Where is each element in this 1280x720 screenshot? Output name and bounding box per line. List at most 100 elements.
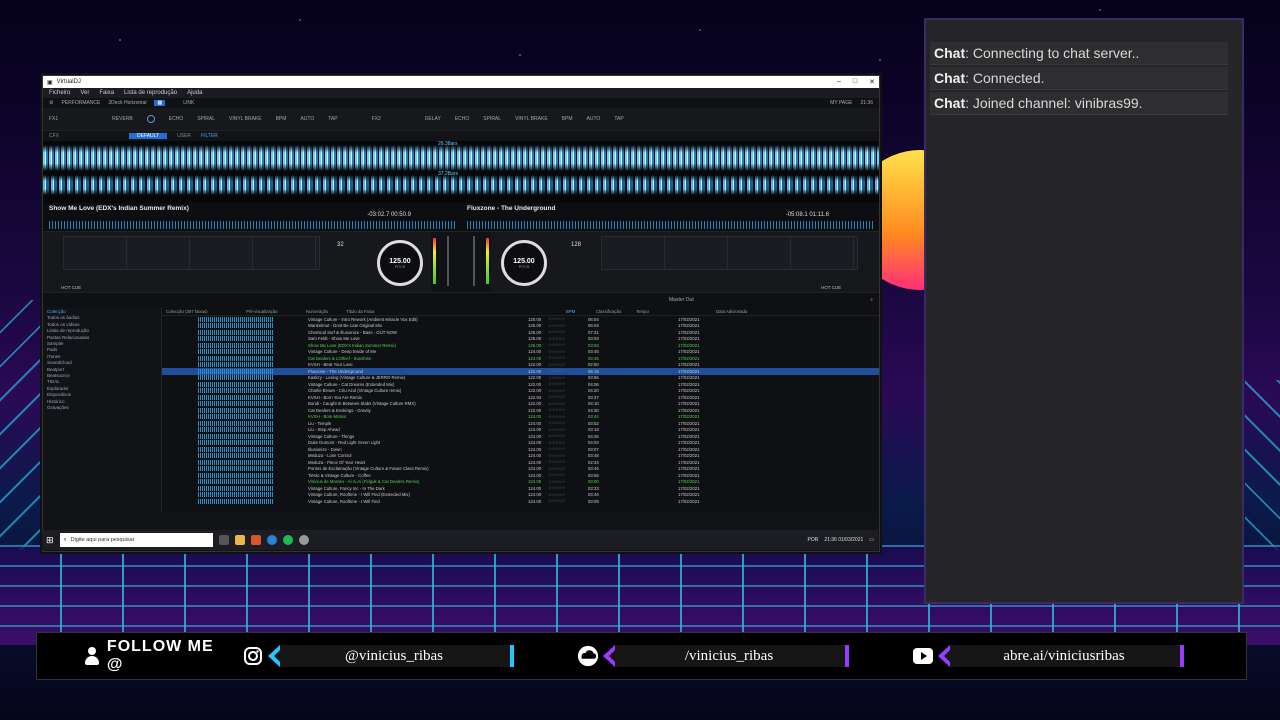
mypage-button[interactable]: MY PAGE — [830, 100, 852, 106]
menu-help[interactable]: Ajuda — [187, 90, 202, 96]
fx1-tap-button[interactable]: TAP — [328, 116, 337, 122]
task-view-icon[interactable] — [218, 535, 229, 545]
instagram-link[interactable]: @vinicius_ribas — [242, 645, 514, 667]
fx2-auto-button[interactable]: AUTO — [587, 116, 601, 122]
waveform-display[interactable]: 26.38ars 37.2Bars — [43, 141, 879, 203]
row-rating-stars[interactable]: ☆☆☆☆☆ — [548, 479, 588, 485]
fx2-effect-1[interactable]: DELAY — [425, 116, 441, 122]
col-preview[interactable]: Pré-visualização — [246, 309, 306, 314]
col-time[interactable]: Tempo — [636, 309, 676, 314]
menu-track[interactable]: Faixa — [99, 90, 114, 96]
minimize-button[interactable]: – — [837, 78, 841, 86]
tray-clock[interactable]: 21:36 01/03/2021 — [824, 537, 863, 543]
row-rating-stars[interactable]: ☆☆☆☆☆ — [548, 498, 588, 504]
gear-icon[interactable]: ⚙ — [49, 100, 53, 106]
fx2-effect-3[interactable]: SPIRAL — [483, 116, 501, 122]
close-button[interactable]: ✕ — [869, 78, 875, 86]
row-rating-stars[interactable]: ☆☆☆☆☆ — [548, 394, 588, 400]
row-rating-stars[interactable]: ☆☆☆☆☆ — [548, 381, 588, 387]
table-row[interactable]: Vintage Culture, Rooftime - I Will Find 1… — [162, 498, 879, 505]
channel-fader-left[interactable] — [447, 236, 449, 286]
row-rating-stars[interactable]: ☆☆☆☆☆ — [548, 407, 588, 413]
chat-text: : Connected. — [965, 70, 1045, 86]
spotify-icon[interactable] — [282, 535, 293, 545]
col-title[interactable]: Título da Faixa — [346, 309, 566, 314]
row-rating-stars[interactable]: ☆☆☆☆☆ — [548, 336, 588, 342]
mode-select[interactable]: PERFORMANCE — [61, 100, 100, 106]
fx1-effect-2[interactable]: ECHO — [169, 116, 183, 122]
fx1-effect-4[interactable]: VINYL BRAKE — [229, 116, 262, 122]
row-rating-stars[interactable]: ☆☆☆☆☆ — [548, 349, 588, 355]
deck-left-jogwheel[interactable]: 125.00 PITCH — [377, 240, 423, 286]
fx1-effect-3[interactable]: SPIRAL — [197, 116, 215, 122]
row-rating-stars[interactable]: ☆☆☆☆☆ — [548, 401, 588, 407]
col-rating[interactable]: Classificação — [596, 309, 636, 314]
tray-lang[interactable]: POR — [807, 537, 818, 543]
view-toggle-button[interactable]: ▦ — [154, 100, 166, 106]
row-rating-stars[interactable]: ☆☆☆☆☆ — [548, 466, 588, 472]
row-preview-waveform — [198, 459, 273, 465]
soundcloud-link[interactable]: /vinicius_ribas — [577, 645, 849, 667]
deck-right-hotcue[interactable]: HOT CUE — [821, 285, 841, 290]
row-rating-stars[interactable]: ☆☆☆☆☆ — [548, 453, 588, 459]
row-title: Vintage Culture, Rooftime - I Will Find — [308, 498, 380, 504]
cfx-filter-button[interactable]: FILTER — [201, 133, 218, 139]
deck-left-pads[interactable] — [63, 236, 320, 270]
fx1-effect-1[interactable]: REVERB — [112, 116, 133, 122]
row-rating-stars[interactable]: ☆☆☆☆☆ — [548, 342, 588, 348]
row-rating-stars[interactable]: ☆☆☆☆☆ — [548, 362, 588, 368]
row-date: 17/02/2021 — [678, 498, 700, 504]
windows-taskbar: ⊞ ⌕ Digite aqui para pesquisar POR 21:36… — [42, 530, 878, 550]
app-icon[interactable] — [250, 535, 261, 545]
row-rating-stars[interactable]: ☆☆☆☆☆ — [548, 420, 588, 426]
deck-left-hotcue[interactable]: HOT CUE — [61, 285, 81, 290]
tree-item[interactable]: Gravações — [47, 405, 157, 411]
row-rating-stars[interactable]: ☆☆☆☆☆ — [548, 323, 588, 329]
deck-left-overview[interactable] — [49, 221, 455, 229]
fx2-effect-4[interactable]: VINYL BRAKE — [515, 116, 548, 122]
row-rating-stars[interactable]: ☆☆☆☆☆ — [548, 433, 588, 439]
fx2-effect-2[interactable]: ECHO — [455, 116, 469, 122]
cfx-user-button[interactable]: USER — [177, 133, 191, 139]
edge-icon[interactable] — [266, 535, 277, 545]
col-date[interactable]: Data Adicionada — [716, 309, 747, 314]
row-rating-stars[interactable]: ☆☆☆☆☆ — [548, 459, 588, 465]
virtualdj-icon[interactable] — [298, 535, 309, 545]
col-number[interactable]: Numeração — [306, 309, 346, 314]
row-rating-stars[interactable]: ☆☆☆☆☆ — [548, 440, 588, 446]
row-rating-stars[interactable]: ☆☆☆☆☆ — [548, 329, 588, 335]
row-rating-stars[interactable]: ☆☆☆☆☆ — [548, 472, 588, 478]
row-rating-stars[interactable]: ☆☆☆☆☆ — [548, 446, 588, 452]
menu-view[interactable]: Ver — [80, 90, 89, 96]
deck-right-overview[interactable] — [467, 221, 873, 229]
row-rating-stars[interactable]: ☆☆☆☆☆ — [548, 355, 588, 361]
col-bpm[interactable]: BPM — [566, 309, 596, 314]
layout-select[interactable]: 2Deck Horizontal — [108, 100, 146, 106]
channel-fader-right[interactable] — [473, 236, 475, 286]
menu-playlist[interactable]: Lista de reprodução — [124, 90, 177, 96]
windows-start-icon[interactable]: ⊞ — [46, 535, 54, 546]
row-rating-stars[interactable]: ☆☆☆☆☆ — [548, 414, 588, 420]
youtube-link[interactable]: abre.ai/viniciusribas — [912, 645, 1184, 667]
cfx-default-button[interactable]: DEFAULT — [129, 133, 168, 139]
row-rating-stars[interactable]: ☆☆☆☆☆ — [548, 388, 588, 394]
row-rating-stars[interactable]: ☆☆☆☆☆ — [548, 427, 588, 433]
row-rating-stars[interactable]: ☆☆☆☆☆ — [548, 492, 588, 498]
row-rating-stars[interactable]: ☆☆☆☆☆ — [548, 316, 588, 322]
file-explorer-icon[interactable] — [234, 535, 245, 545]
notification-icon[interactable]: ▭ — [869, 537, 874, 543]
maximize-button[interactable]: □ — [853, 78, 857, 86]
row-rating-stars[interactable]: ☆☆☆☆☆ — [548, 485, 588, 491]
stream-chat-panel: Chat: Connecting to chat server.. Chat: … — [924, 18, 1244, 604]
menu-file[interactable]: Ficheiro — [49, 90, 70, 96]
fx1-auto-button[interactable]: AUTO — [300, 116, 314, 122]
fx2-tap-button[interactable]: TAP — [614, 116, 623, 122]
link-button[interactable]: LINK — [183, 100, 194, 106]
deck-right-jogwheel[interactable]: 125.00 PITCH — [501, 240, 547, 286]
deck-right-pads[interactable] — [601, 236, 858, 270]
fx1-knob[interactable] — [146, 115, 155, 123]
search-icon[interactable]: ⌕ — [870, 297, 873, 303]
taskbar-search[interactable]: ⌕ Digite aqui para pesquisar — [59, 533, 213, 547]
row-rating-stars[interactable]: ☆☆☆☆☆ — [548, 368, 588, 374]
row-rating-stars[interactable]: ☆☆☆☆☆ — [548, 375, 588, 381]
